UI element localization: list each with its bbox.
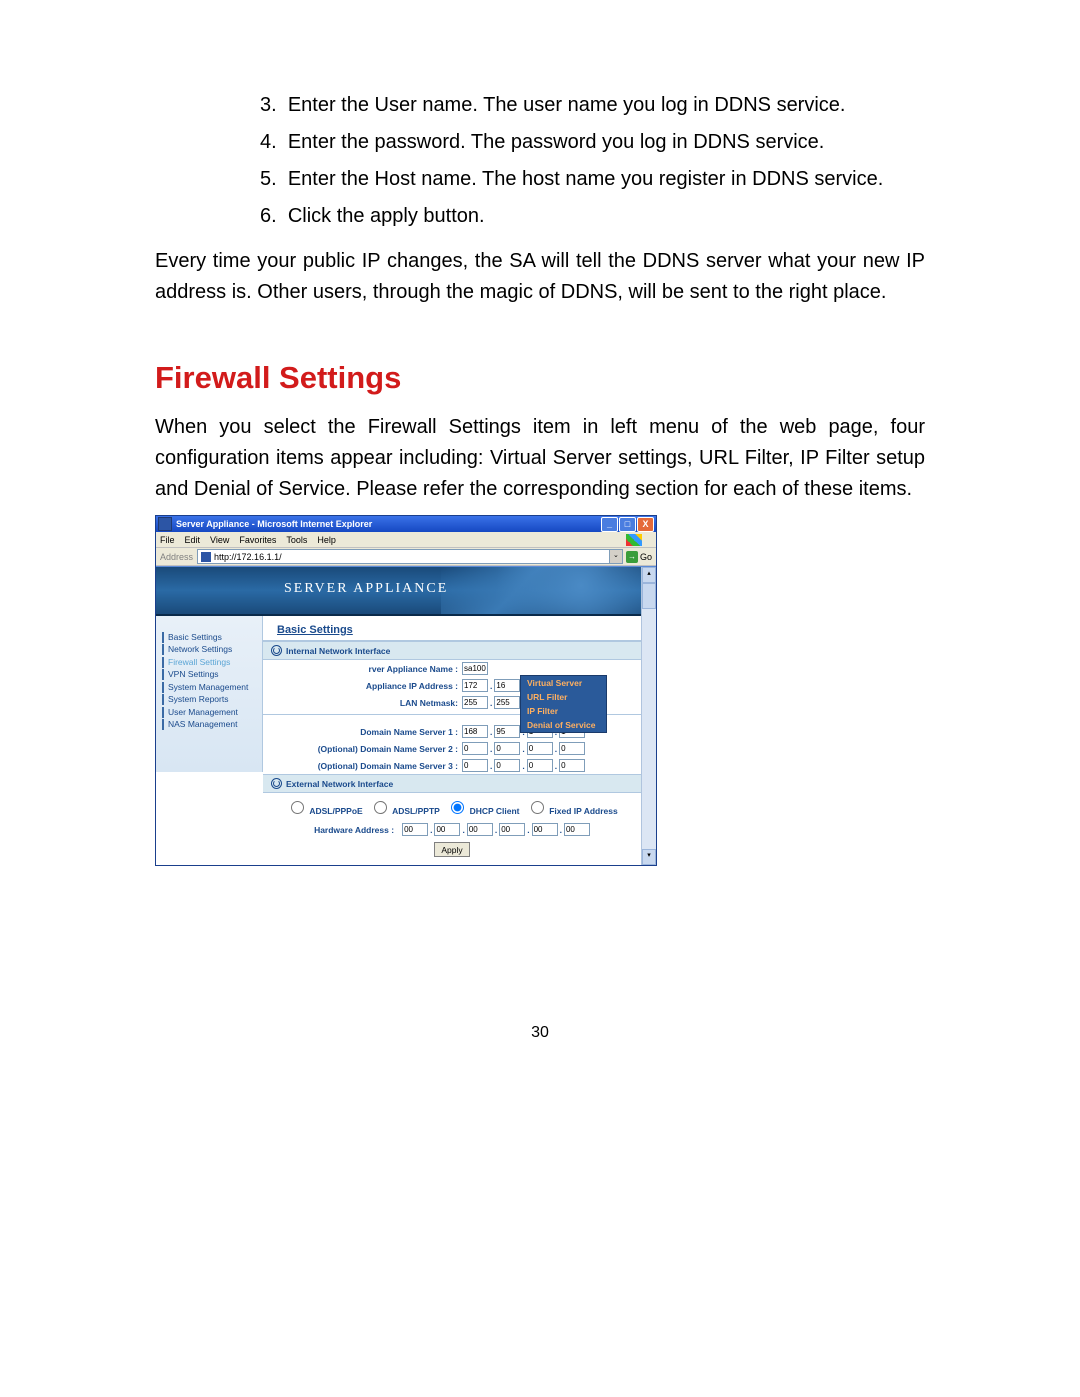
refresh-icon [271,645,282,656]
sidebar-item-firewall[interactable]: Firewall Settings [162,657,262,668]
ie-icon [158,517,172,531]
label-hardware-address: Hardware Address : [314,825,398,835]
input-netmask-2[interactable] [494,696,520,709]
scroll-down-icon[interactable]: ▾ [642,849,656,865]
address-bar: Address http://172.16.1.1/ ⌄ → Go [156,548,656,566]
address-value: http://172.16.1.1/ [214,552,282,562]
maximize-button[interactable]: □ [619,517,636,532]
input-ip-1[interactable] [462,679,488,692]
submenu-url-filter[interactable]: URL Filter [521,690,606,704]
step-item: 3. Enter the User name. The user name yo… [260,90,925,121]
label-lan-netmask: LAN Netmask: [263,698,462,708]
menu-help[interactable]: Help [317,535,336,545]
input-netmask-1[interactable] [462,696,488,709]
address-label: Address [160,552,193,562]
sidebar-item-user-mgmt[interactable]: User Management [162,707,262,718]
section-external-network: External Network Interface [263,774,641,793]
section-heading-firewall: Firewall Settings [155,360,925,396]
close-button[interactable]: X [637,517,654,532]
step-item: 6. Click the apply button. [260,201,925,232]
input-dns3-1[interactable] [462,759,488,772]
radio-pppoe[interactable]: ADSL/PPPoE [286,806,362,816]
input-dns2-2[interactable] [494,742,520,755]
input-dns1-1[interactable] [462,725,488,738]
input-ip-2[interactable] [494,679,520,692]
firewall-submenu: Virtual Server URL Filter IP Filter Deni… [520,675,607,733]
scroll-up-icon[interactable]: ▴ [642,567,656,583]
screenshot-window: Server Appliance - Microsoft Internet Ex… [155,515,657,866]
sidebar-item-nas-mgmt[interactable]: NAS Management [162,719,262,730]
intro-paragraph: When you select the Firewall Settings it… [155,412,925,505]
label-dns3: (Optional) Domain Name Server 3 : [263,761,462,771]
input-dns2-1[interactable] [462,742,488,755]
form-area: Virtual Server URL Filter IP Filter Deni… [263,616,641,865]
connection-type-radios: ADSL/PPPoE ADSL/PPTP DHCP Client Fixed I… [263,793,641,821]
section-internal-network: Internal Network Interface [263,641,641,660]
sidebar-item-network[interactable]: Network Settings [162,644,262,655]
scroll-thumb[interactable] [642,583,656,609]
input-hw-3[interactable] [467,823,493,836]
label-appliance-ip: Appliance IP Address : [263,681,462,691]
window-titlebar: Server Appliance - Microsoft Internet Ex… [156,516,656,532]
scrollbar[interactable]: ▴ ▾ [641,567,656,865]
go-button[interactable]: → Go [626,551,652,563]
address-dropdown-icon[interactable]: ⌄ [610,549,623,564]
menu-file[interactable]: File [160,535,175,545]
minimize-button[interactable]: _ [601,517,618,532]
menu-bar: File Edit View Favorites Tools Help [156,532,656,548]
input-dns3-4[interactable] [559,759,585,772]
submenu-ip-filter[interactable]: IP Filter [521,704,606,718]
post-steps-paragraph: Every time your public IP changes, the S… [155,246,925,308]
banner-title: SERVER APPLIANCE [284,581,448,597]
address-field[interactable]: http://172.16.1.1/ [197,549,610,564]
radio-fixed-ip[interactable]: Fixed IP Address [526,806,618,816]
radio-pptp[interactable]: ADSL/PPTP [369,806,440,816]
input-dns2-3[interactable] [527,742,553,755]
label-dns1: Domain Name Server 1 : [263,727,462,737]
apply-button[interactable]: Apply [434,842,469,857]
input-dns3-3[interactable] [527,759,553,772]
label-appliance-name: rver Appliance Name : [263,664,462,674]
input-hw-4[interactable] [499,823,525,836]
step-item: 4. Enter the password. The password you … [260,127,925,158]
sidebar-item-system-mgmt[interactable]: System Management [162,682,262,693]
sidebar-item-system-reports[interactable]: System Reports [162,694,262,705]
input-appliance-name[interactable] [462,662,488,675]
radio-dhcp[interactable]: DHCP Client [446,806,519,816]
windows-flag-icon [626,534,642,546]
step-item: 5. Enter the Host name. The host name yo… [260,164,925,195]
menu-edit[interactable]: Edit [185,535,201,545]
input-hw-5[interactable] [532,823,558,836]
sidebar-item-vpn[interactable]: VPN Settings [162,669,262,680]
refresh-icon [271,778,282,789]
input-dns3-2[interactable] [494,759,520,772]
label-dns2: (Optional) Domain Name Server 2 : [263,744,462,754]
menu-view[interactable]: View [210,535,229,545]
input-dns1-2[interactable] [494,725,520,738]
input-hw-2[interactable] [434,823,460,836]
submenu-denial-of-service[interactable]: Denial of Service [521,718,606,732]
submenu-virtual-server[interactable]: Virtual Server [521,676,606,690]
sidebar-item-basic[interactable]: Basic Settings [162,632,262,643]
sidebar: Basic Settings Network Settings Firewall… [156,616,263,772]
input-hw-1[interactable] [402,823,428,836]
page-number: 30 [0,1024,1080,1042]
numbered-steps: 3. Enter the User name. The user name yo… [155,90,925,232]
banner: SERVER APPLIANCE [156,567,641,616]
window-title: Server Appliance - Microsoft Internet Ex… [176,519,600,529]
input-hw-6[interactable] [564,823,590,836]
go-arrow-icon: → [626,551,638,563]
page-icon [201,552,211,562]
menu-favorites[interactable]: Favorites [239,535,276,545]
form-title: Basic Settings [263,616,641,641]
input-dns2-4[interactable] [559,742,585,755]
menu-tools[interactable]: Tools [286,535,307,545]
